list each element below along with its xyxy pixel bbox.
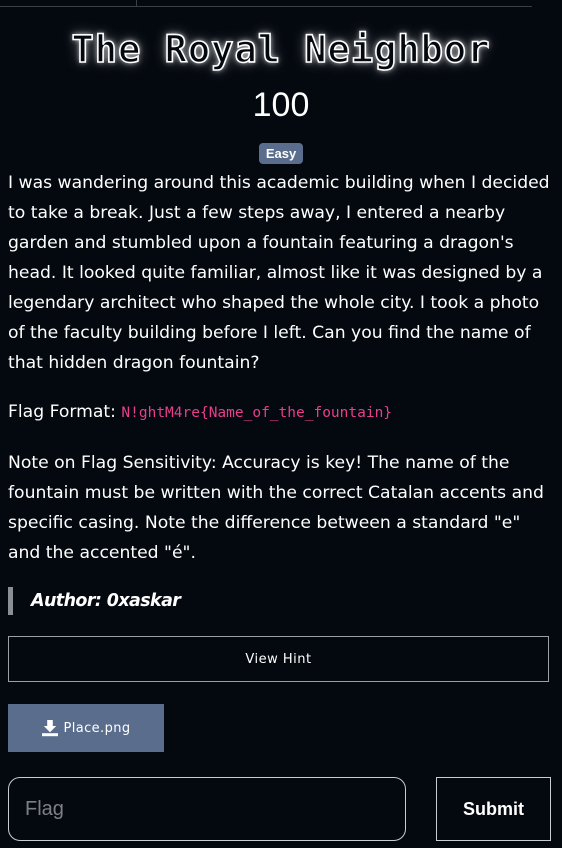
author-blockquote: Author: 0xaskar [8, 587, 181, 615]
challenge-title: The Royal Neighbor [71, 27, 491, 72]
flag-format-line: Flag Format: N!ghtM4re{Name_of_the_fount… [8, 397, 556, 428]
top-tab-bar [0, 0, 532, 7]
download-file-label: Place.png [63, 720, 131, 736]
tab-divider [136, 0, 137, 6]
flag-sensitivity-note: Note on Flag Sensitivity: Accuracy is ke… [8, 453, 544, 563]
view-hint-button[interactable]: View Hint [8, 636, 549, 682]
flag-format-code: N!ghtM4re{Name_of_the_fountain} [121, 405, 393, 421]
submit-button[interactable]: Submit [436, 777, 551, 841]
difficulty-badge-wrapper: Easy [0, 143, 562, 164]
flag-format-label: Flag Format: [8, 402, 116, 422]
difficulty-badge: Easy [258, 143, 304, 164]
challenge-description: I was wandering around this academic bui… [8, 173, 550, 373]
download-icon [42, 720, 59, 737]
challenge-points: 100 [252, 86, 310, 124]
flag-input[interactable] [8, 777, 406, 841]
download-file-button[interactable]: Place.png [8, 704, 164, 752]
